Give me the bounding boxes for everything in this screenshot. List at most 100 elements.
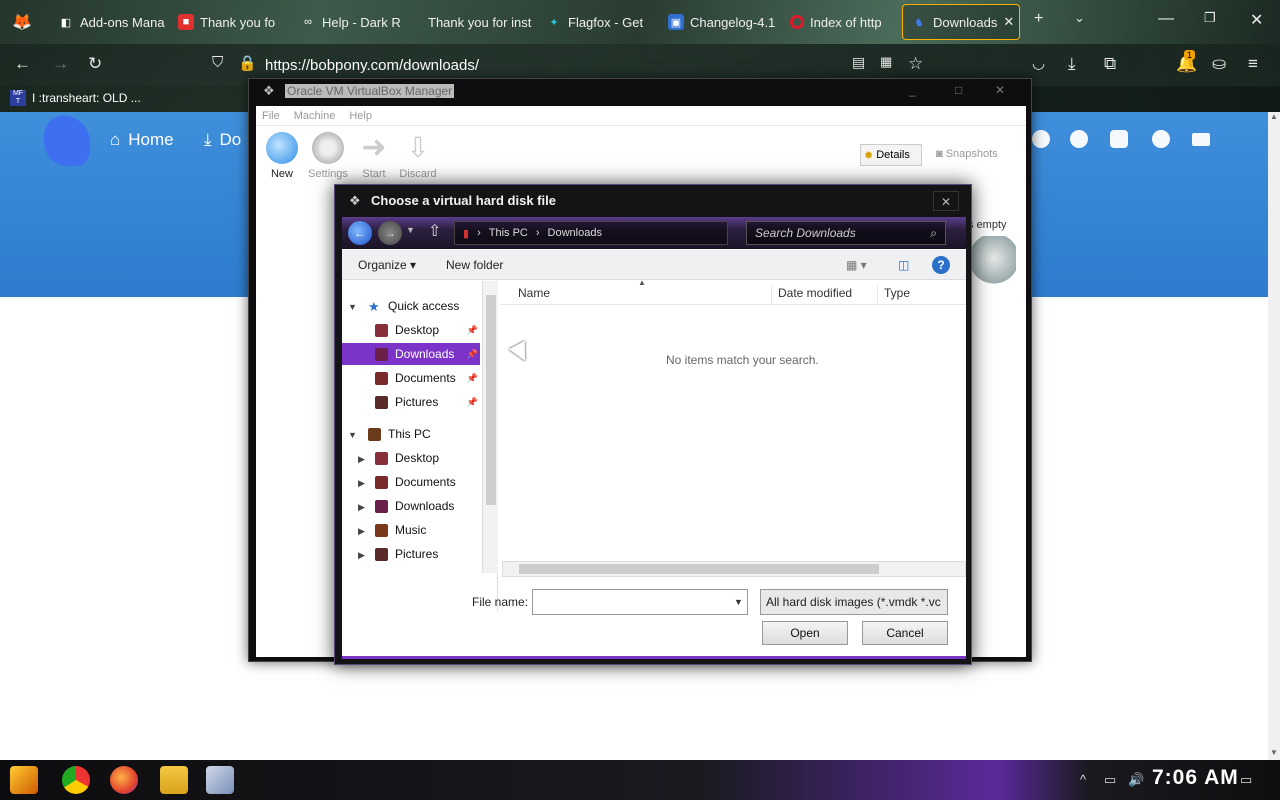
menu-help[interactable]: Help xyxy=(349,110,372,122)
column-name[interactable]: Name xyxy=(512,286,772,304)
new-vm-button[interactable]: New xyxy=(260,132,304,180)
nav-this-pc[interactable]: This PC xyxy=(342,423,480,445)
mail-icon[interactable] xyxy=(1192,133,1210,146)
tab-thank-you-2[interactable]: Thank you for inst xyxy=(414,4,532,40)
nav-quick-access[interactable]: ★ Quick access xyxy=(342,295,480,317)
search-icon[interactable]: ⌕ xyxy=(930,226,937,241)
firefox-menu-icon[interactable]: 🦊 xyxy=(12,12,32,32)
search-input[interactable]: Search Downloads ⌕ xyxy=(746,221,946,245)
account-icon[interactable]: ⛀ xyxy=(1212,54,1226,74)
recent-locations-chevron-icon[interactable]: ▼ xyxy=(406,225,415,235)
menu-file[interactable]: File xyxy=(262,110,280,122)
nav-pc-downloads[interactable]: Downloads xyxy=(342,495,480,517)
breadcrumb-this-pc[interactable]: This PC xyxy=(489,227,528,239)
file-explorer-icon[interactable] xyxy=(160,766,188,794)
nav-home[interactable]: ⌂ Home xyxy=(110,130,174,150)
nav-pc-music[interactable]: Music xyxy=(342,519,480,541)
up-folder-icon[interactable]: ⇧ xyxy=(428,221,441,241)
nav-quick-documents[interactable]: Documents 📌 xyxy=(342,367,480,389)
site-logo[interactable] xyxy=(44,116,90,166)
bookmark-item[interactable]: MF T I :transheart: OLD ... xyxy=(10,90,141,106)
file-name-input[interactable] xyxy=(532,589,748,615)
forward-icon[interactable]: → xyxy=(52,54,69,74)
new-folder-button[interactable]: New folder xyxy=(446,258,503,272)
tab-add-ons[interactable]: ◧ Add-ons Mana xyxy=(50,4,168,40)
start-icon[interactable] xyxy=(10,766,38,794)
close-window-icon[interactable]: ✕ xyxy=(1250,10,1263,30)
nav-pc-desktop[interactable]: Desktop xyxy=(342,447,480,469)
open-button[interactable]: Open xyxy=(762,621,848,645)
hscroll-thumb[interactable] xyxy=(519,564,879,574)
pocket-icon[interactable]: ◡ xyxy=(1032,54,1045,72)
vbox-maximize-icon[interactable]: □ xyxy=(955,83,962,97)
restore-icon[interactable]: ❐ xyxy=(1204,10,1216,26)
tray-chevron-icon[interactable]: ^ xyxy=(1080,772,1086,787)
column-date-modified[interactable]: Date modified xyxy=(772,286,878,304)
help-icon[interactable]: ? xyxy=(932,256,950,274)
scroll-down-icon[interactable]: ▼ xyxy=(1270,748,1278,757)
tab-changelog[interactable]: ▣ Changelog-4.1 xyxy=(660,4,778,40)
close-tab-icon[interactable]: ✕ xyxy=(1003,14,1014,30)
virtualbox-icon[interactable] xyxy=(206,766,234,794)
menu-machine[interactable]: Machine xyxy=(294,110,336,122)
downloads-icon[interactable]: ⤓ xyxy=(1068,54,1076,74)
new-tab-icon[interactable]: + xyxy=(1034,10,1043,28)
url-bar[interactable]: https://bobpony.com/downloads/ xyxy=(265,57,479,74)
tab-thank-you-1[interactable]: ■ Thank you fo xyxy=(170,4,288,40)
nav-quick-downloads[interactable]: Downloads 📌 xyxy=(342,343,480,365)
page-scrollbar[interactable]: ▲ ▼ xyxy=(1268,112,1280,760)
forward-button[interactable]: → xyxy=(378,221,402,245)
discard-button[interactable]: ⇩ Discard xyxy=(396,132,440,180)
cancel-button[interactable]: Cancel xyxy=(862,621,948,645)
mastodon-icon[interactable] xyxy=(1070,130,1088,148)
bookmark-star-icon[interactable]: ☆ xyxy=(908,54,923,74)
extensions-icon[interactable]: ⧉ xyxy=(1104,54,1116,74)
shield-icon[interactable]: ⛉ xyxy=(212,54,223,71)
volume-icon[interactable]: 🔊 xyxy=(1128,772,1144,788)
back-icon[interactable]: ← xyxy=(14,54,31,74)
organize-button[interactable]: Organize ▾ xyxy=(358,258,416,272)
nav-pc-pictures[interactable]: Pictures xyxy=(342,543,480,565)
vbox-minimize-icon[interactable]: _ xyxy=(909,83,916,97)
github-icon[interactable] xyxy=(1152,130,1170,148)
twitter-icon[interactable] xyxy=(1032,130,1050,148)
column-type[interactable]: Type xyxy=(878,286,966,304)
notifications-icon[interactable]: ▭ xyxy=(1240,772,1252,788)
tab-list-chevron-icon[interactable]: ⌄ xyxy=(1074,10,1085,26)
chrome-icon[interactable] xyxy=(62,766,90,794)
nav-quick-desktop[interactable]: Desktop 📌 xyxy=(342,319,480,341)
file-type-select[interactable]: All hard disk images (*.vmdk *.vc xyxy=(760,589,948,615)
scroll-thumb[interactable] xyxy=(486,295,496,505)
details-button[interactable]: ✹ Details xyxy=(860,144,922,166)
file-name-dropdown-icon[interactable]: ▼ xyxy=(734,597,743,607)
breadcrumb-downloads[interactable]: Downloads xyxy=(548,227,602,239)
view-options-icon[interactable]: ▦ ▾ xyxy=(846,258,867,272)
snapshots-button[interactable]: ◙ Snapshots xyxy=(936,148,998,160)
nav-pc-documents[interactable]: Documents xyxy=(342,471,480,493)
back-button[interactable]: ← xyxy=(348,221,372,245)
settings-button[interactable]: Settings xyxy=(306,132,350,180)
minimize-icon[interactable]: — xyxy=(1158,10,1174,28)
file-list-hscrollbar[interactable] xyxy=(502,561,966,577)
reader-view-icon[interactable]: ▤ xyxy=(852,54,865,71)
scroll-up-icon[interactable]: ▲ xyxy=(1270,112,1278,121)
app-menu-icon[interactable]: ≡ xyxy=(1248,54,1258,74)
start-button[interactable]: ➜ Start xyxy=(352,132,396,181)
preview-pane-icon[interactable]: ◫ xyxy=(898,258,909,272)
firefox-icon[interactable] xyxy=(110,766,138,794)
vbox-close-icon[interactable]: ✕ xyxy=(995,83,1005,97)
network-icon[interactable]: ▭ xyxy=(1104,772,1116,788)
nav-pane-scrollbar[interactable] xyxy=(482,281,498,573)
clock[interactable]: 7:06 AM xyxy=(1152,766,1239,790)
tab-downloads[interactable]: ♞ Downloads ✕ xyxy=(902,4,1020,40)
tab-index-of[interactable]: Index of http xyxy=(782,4,900,40)
nav-downloads[interactable]: ⤓ Do xyxy=(204,130,241,150)
tab-help-dark-reader[interactable]: ∞ Help - Dark R xyxy=(292,4,410,40)
tab-flagfox[interactable]: ✦ Flagfox - Get xyxy=(538,4,656,40)
discord-icon[interactable] xyxy=(1110,130,1128,148)
us-flag-icon[interactable]: ▦ xyxy=(880,54,892,70)
reload-icon[interactable]: ↻ xyxy=(88,54,102,74)
breadcrumb[interactable]: ▮ › This PC › Downloads xyxy=(454,221,728,245)
nav-quick-pictures[interactable]: Pictures 📌 xyxy=(342,391,480,413)
dialog-close-button[interactable]: ✕ xyxy=(933,191,959,211)
